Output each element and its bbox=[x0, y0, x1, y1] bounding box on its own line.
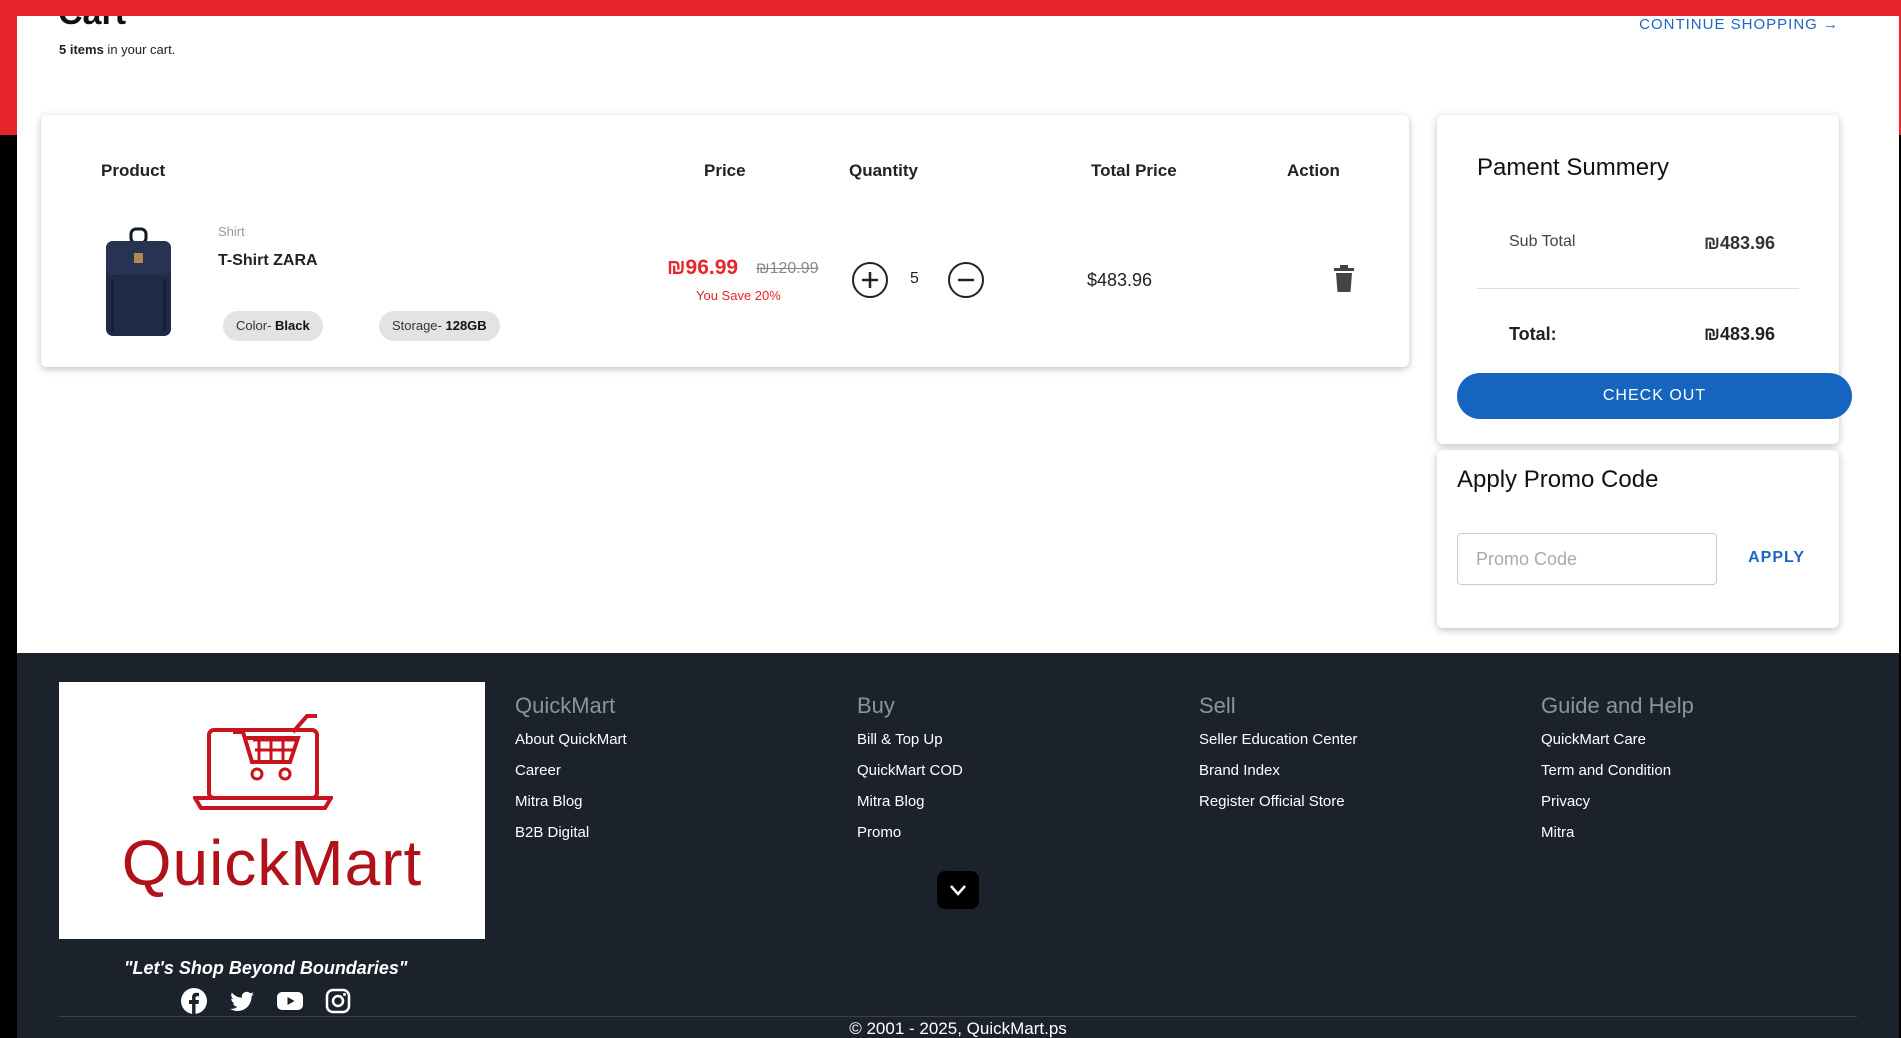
footer-link-career[interactable]: Career bbox=[515, 762, 627, 779]
total-value: ₪483.96 bbox=[1704, 324, 1775, 344]
color-chip-label: Color- bbox=[236, 318, 276, 333]
footer-link-about[interactable]: About QuickMart bbox=[515, 731, 627, 748]
storage-chip-value: 128GB bbox=[445, 318, 487, 333]
promo-code-card: Apply Promo Code APPLY bbox=[1437, 450, 1839, 628]
footer-link-bill-topup[interactable]: Bill & Top Up bbox=[857, 731, 963, 748]
minus-icon bbox=[958, 278, 974, 282]
subtotal-label: Sub Total bbox=[1509, 233, 1576, 250]
cart-page: Cart 5 items in your cart. CONTINUE SHOP… bbox=[17, 16, 1899, 1038]
quantity-value: 5 bbox=[910, 270, 919, 287]
storage-chip: Storage- 128GB bbox=[379, 311, 500, 341]
storage-chip-label: Storage- bbox=[392, 318, 446, 333]
footer-link-cod[interactable]: QuickMart COD bbox=[857, 762, 963, 779]
footer-heading: Guide and Help bbox=[1541, 693, 1694, 718]
footer-heading: Sell bbox=[1199, 693, 1236, 718]
cart-item-count: 5 items in your cart. bbox=[59, 42, 175, 57]
column-header-product: Product bbox=[101, 161, 166, 180]
footer-column-sell: Sell Seller Education Center Brand Index… bbox=[1199, 693, 1357, 824]
continue-shopping-link[interactable]: CONTINUE SHOPPING → bbox=[1639, 16, 1839, 33]
footer-link-privacy[interactable]: Privacy bbox=[1541, 793, 1694, 810]
footer-link-promo[interactable]: Promo bbox=[857, 824, 963, 841]
footer-heading: QuickMart bbox=[515, 693, 616, 718]
twitter-icon[interactable] bbox=[228, 987, 256, 1015]
footer-link-register-store[interactable]: Register Official Store bbox=[1199, 793, 1357, 810]
product-category: Shirt bbox=[218, 224, 245, 239]
savings-text: You Save 20% bbox=[696, 288, 781, 303]
instagram-icon[interactable] bbox=[324, 987, 352, 1015]
payment-summary-title: Pament Summery bbox=[1477, 154, 1670, 181]
column-header-quantity: Quantity bbox=[849, 161, 918, 180]
footer-divider bbox=[59, 1016, 1857, 1017]
footer-heading: Buy bbox=[857, 693, 895, 718]
copyright-text: © 2001 - 2025, QuickMart.ps bbox=[849, 1019, 1067, 1038]
row-total-price: $483.96 bbox=[1087, 270, 1153, 290]
promo-code-input[interactable] bbox=[1457, 533, 1717, 585]
footer-link-mitra[interactable]: Mitra bbox=[1541, 824, 1694, 841]
footer-column-guide-help: Guide and Help QuickMart Care Term and C… bbox=[1541, 693, 1694, 855]
footer-link-mitra-blog[interactable]: Mitra Blog bbox=[857, 793, 963, 810]
product-name[interactable]: T-Shirt ZARA bbox=[218, 252, 318, 270]
footer-column-quickmart: QuickMart About QuickMart Career Mitra B… bbox=[515, 693, 627, 855]
column-header-price: Price bbox=[704, 161, 746, 180]
total-label: Total: bbox=[1509, 324, 1557, 344]
footer-link-seller-education[interactable]: Seller Education Center bbox=[1199, 731, 1357, 748]
facebook-icon[interactable] bbox=[180, 987, 208, 1015]
color-chip-value: Black bbox=[275, 318, 310, 333]
column-header-action: Action bbox=[1287, 161, 1340, 180]
product-image[interactable] bbox=[101, 227, 176, 339]
cart-count-text: in your cart. bbox=[103, 42, 176, 57]
sale-price: ₪96.99 bbox=[667, 256, 739, 279]
subtotal-value: ₪483.96 bbox=[1704, 233, 1775, 253]
increase-quantity-button[interactable] bbox=[852, 262, 888, 298]
footer-link-brand-index[interactable]: Brand Index bbox=[1199, 762, 1357, 779]
checkout-button[interactable]: CHECK OUT bbox=[1457, 373, 1852, 419]
color-chip: Color- Black bbox=[223, 311, 323, 341]
footer-link-mitra-blog[interactable]: Mitra Blog bbox=[515, 793, 627, 810]
promo-code-title: Apply Promo Code bbox=[1457, 466, 1659, 493]
scroll-down-button[interactable] bbox=[937, 871, 979, 909]
cart-table-card: Product Price Quantity Total Price Actio… bbox=[41, 115, 1409, 367]
column-header-total-price: Total Price bbox=[1091, 161, 1177, 180]
decrease-quantity-button[interactable] bbox=[948, 262, 984, 298]
logo-wordmark: QuickMart bbox=[121, 827, 423, 899]
cart-laptop-icon bbox=[193, 714, 333, 810]
footer-link-care[interactable]: QuickMart Care bbox=[1541, 731, 1694, 748]
tagline: "Let's Shop Beyond Boundaries" bbox=[124, 958, 408, 978]
apply-promo-button[interactable]: APPLY bbox=[1748, 549, 1805, 567]
footer-link-b2b-digital[interactable]: B2B Digital bbox=[515, 824, 627, 841]
page-title: Cart bbox=[58, 16, 126, 33]
original-price: ₪120.99 bbox=[756, 260, 819, 277]
quickmart-logo[interactable]: QuickMart bbox=[59, 682, 485, 939]
payment-summary-card: Pament Summery Sub Total ₪483.96 Total: … bbox=[1437, 115, 1852, 444]
youtube-icon[interactable] bbox=[276, 987, 304, 1015]
summary-divider bbox=[1477, 288, 1799, 289]
delete-icon[interactable] bbox=[1333, 265, 1355, 293]
footer-link-terms[interactable]: Term and Condition bbox=[1541, 762, 1694, 779]
footer: QuickMart "Let's Shop Beyond Boundaries"… bbox=[17, 653, 1899, 1038]
cart-count-bold: 5 items bbox=[59, 42, 104, 57]
plus-icon bbox=[862, 272, 878, 288]
footer-column-buy: Buy Bill & Top Up QuickMart COD Mitra Bl… bbox=[857, 693, 963, 855]
chevron-down-icon bbox=[950, 885, 966, 896]
